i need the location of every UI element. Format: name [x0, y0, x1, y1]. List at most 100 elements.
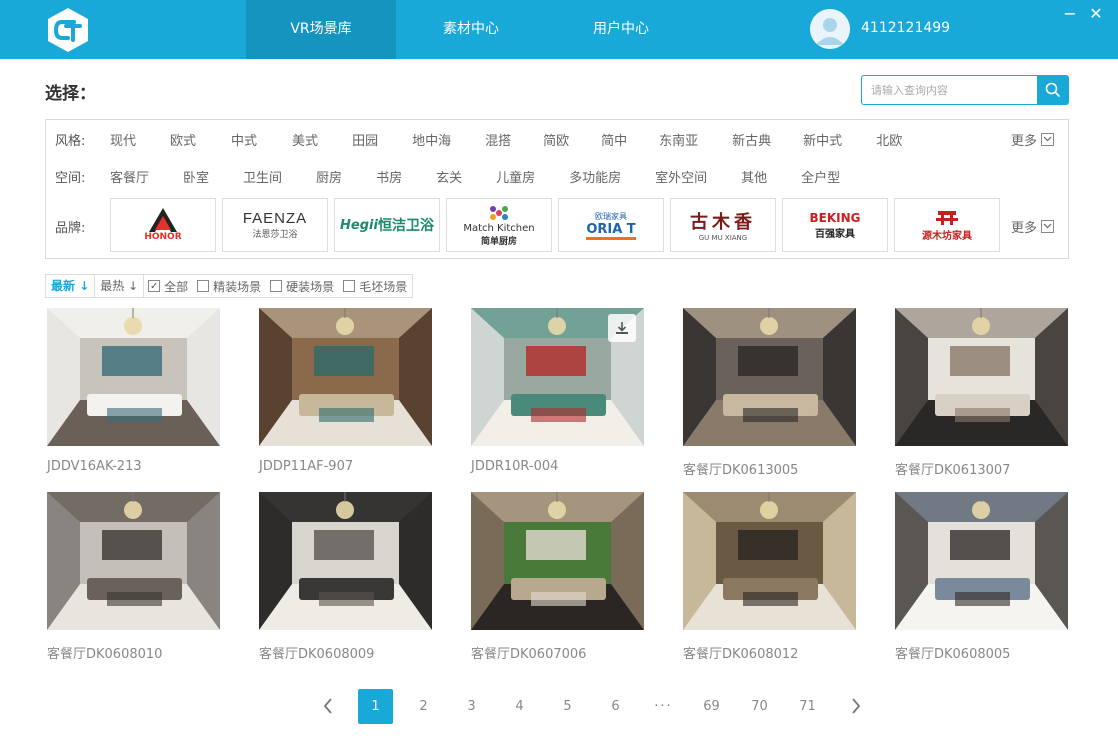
page-70[interactable]: 70 — [742, 689, 777, 724]
scene-title[interactable]: JDDR10R-004 — [471, 459, 644, 474]
style-filter-item-6[interactable]: 混搭 — [485, 130, 511, 149]
brand-honor[interactable]: HONOR — [110, 198, 216, 252]
page-5[interactable]: 5 — [550, 689, 585, 724]
space-filter-item-2[interactable]: 卫生间 — [243, 167, 282, 186]
user-avatar[interactable] — [810, 9, 850, 49]
search-button[interactable] — [1037, 75, 1069, 105]
brand-faenza[interactable]: FAENZA 法恩莎卫浴 — [222, 198, 328, 252]
page-4[interactable]: 4 — [502, 689, 537, 724]
scene-card[interactable]: JDDR10R-004 — [471, 308, 644, 474]
space-filter-item-5[interactable]: 玄关 — [436, 167, 462, 186]
scene-thumbnail[interactable] — [895, 308, 1068, 446]
scene-card[interactable]: 客餐厅DK0608009 — [259, 492, 432, 662]
scene-thumbnail[interactable] — [47, 308, 220, 446]
style-filter-item-0[interactable]: 现代 — [110, 130, 136, 149]
page-3[interactable]: 3 — [454, 689, 489, 724]
style-filter-item-7[interactable]: 简欧 — [543, 130, 569, 149]
scene-title[interactable]: 客餐厅DK0608005 — [895, 643, 1068, 662]
top-bar: VR场景库 素材中心 用户中心 4112121499 − ✕ — [0, 0, 1118, 59]
page-2[interactable]: 2 — [406, 689, 441, 724]
page-6[interactable]: 6 — [598, 689, 633, 724]
brand-more-label: 更多 — [1011, 220, 1038, 236]
style-filter-item-11[interactable]: 新中式 — [803, 130, 842, 149]
scene-thumbnail[interactable] — [471, 492, 644, 630]
brand-honor-name: HONOR — [144, 232, 182, 242]
style-filter-item-9[interactable]: 东南亚 — [659, 130, 698, 149]
scene-thumbnail[interactable] — [895, 492, 1068, 630]
style-filter-item-3[interactable]: 美式 — [292, 130, 318, 149]
scene-thumbnail[interactable] — [259, 308, 432, 446]
brand-hegii[interactable]: Hegii 恒洁卫浴 — [334, 198, 440, 252]
nav-user-center[interactable]: 用户中心 — [546, 0, 696, 59]
nav-vr-scene-library[interactable]: VR场景库 — [246, 0, 396, 59]
scene-title[interactable]: 客餐厅DK0613005 — [683, 459, 856, 478]
next-page-icon[interactable] — [838, 689, 873, 724]
scene-card[interactable]: 客餐厅DK0608010 — [47, 492, 220, 662]
space-filter-item-7[interactable]: 多功能房 — [569, 167, 621, 186]
scene-thumbnail[interactable] — [683, 492, 856, 630]
scene-type-check-2[interactable]: 硬装场景 — [266, 275, 339, 297]
brand-gumuxiang[interactable]: 古木香 GU MU XIANG — [670, 198, 776, 252]
sort-hottest-button[interactable]: 最热 ↓ — [95, 275, 145, 297]
username[interactable]: 4112121499 — [861, 20, 950, 36]
scene-type-check-1[interactable]: 精装场景 — [193, 275, 266, 297]
brand-oriat-sub: 欧瑞家具 — [595, 211, 627, 221]
prev-page-icon[interactable] — [310, 689, 345, 724]
page-71[interactable]: 71 — [790, 689, 825, 724]
scene-title[interactable]: JDDV16AK-213 — [47, 459, 220, 474]
space-filter-item-9[interactable]: 其他 — [741, 167, 767, 186]
scene-type-check-3[interactable]: 毛坯场景 — [339, 275, 412, 297]
brand-beking[interactable]: BEKING 百强家具 — [782, 198, 888, 252]
search-input[interactable] — [861, 75, 1038, 105]
app-logo-icon[interactable] — [44, 6, 92, 54]
scene-title[interactable]: 客餐厅DK0613007 — [895, 459, 1068, 478]
scene-title[interactable]: 客餐厅DK0608009 — [259, 643, 432, 662]
sort-latest-button[interactable]: 最新 ↓ — [46, 275, 96, 297]
scene-title[interactable]: 客餐厅DK0608010 — [47, 643, 220, 662]
brand-more-button[interactable]: 更多 — [1011, 217, 1055, 236]
scene-card[interactable]: 客餐厅DK0608005 — [895, 492, 1068, 662]
style-filter-item-12[interactable]: 北欧 — [876, 130, 902, 149]
space-filter-item-0[interactable]: 客餐厅 — [110, 167, 149, 186]
scene-card[interactable]: 客餐厅DK0607006 — [471, 492, 644, 662]
scene-card[interactable]: 客餐厅DK0608012 — [683, 492, 856, 662]
style-filter-item-1[interactable]: 欧式 — [170, 130, 196, 149]
style-filter-item-5[interactable]: 地中海 — [412, 130, 451, 149]
scene-card[interactable]: JDDV16AK-213 — [47, 308, 220, 474]
style-filter-item-2[interactable]: 中式 — [231, 130, 257, 149]
space-filter-item-3[interactable]: 厨房 — [316, 167, 342, 186]
page-1[interactable]: 1 — [358, 688, 393, 724]
scene-title[interactable]: 客餐厅DK0608012 — [683, 643, 856, 662]
space-filter-item-4[interactable]: 书房 — [376, 167, 402, 186]
scene-type-check-0[interactable]: ✓ 全部 — [144, 275, 193, 297]
scene-thumbnail[interactable] — [47, 492, 220, 630]
style-filter-item-10[interactable]: 新古典 — [732, 130, 771, 149]
download-icon[interactable] — [608, 314, 636, 342]
select-title: 选择： — [45, 84, 96, 104]
brand-match-kitchen[interactable]: Match Kitchen 简单厨房 — [446, 198, 552, 252]
space-filter-item-1[interactable]: 卧室 — [183, 167, 209, 186]
style-filter-item-8[interactable]: 简中 — [601, 130, 627, 149]
nav-material-center[interactable]: 素材中心 — [396, 0, 546, 59]
yuanmufang-logo-icon — [936, 210, 958, 225]
scene-thumbnail[interactable] — [471, 308, 644, 446]
style-more-button[interactable]: 更多 — [1011, 130, 1055, 149]
style-filter-item-4[interactable]: 田园 — [352, 130, 378, 149]
brand-oriat[interactable]: 欧瑞家具 ORIA T — [558, 198, 664, 252]
scene-title[interactable]: JDDP11AF-907 — [259, 459, 432, 474]
close-icon[interactable]: ✕ — [1086, 4, 1106, 24]
space-filter-item-8[interactable]: 室外空间 — [655, 167, 707, 186]
space-filter-item-6[interactable]: 儿童房 — [496, 167, 535, 186]
brand-oriat-name: ORIA T — [586, 222, 636, 240]
scene-thumbnail[interactable] — [259, 492, 432, 630]
space-filter-label: 空间: — [55, 170, 86, 186]
scene-card[interactable]: 客餐厅DK0613005 — [683, 308, 856, 478]
scene-card[interactable]: JDDP11AF-907 — [259, 308, 432, 474]
space-filter-item-10[interactable]: 全户型 — [801, 167, 840, 186]
brand-yuanmufang[interactable]: 源木坊家具 — [894, 198, 1000, 252]
minimize-icon[interactable]: − — [1060, 4, 1080, 24]
scene-card[interactable]: 客餐厅DK0613007 — [895, 308, 1068, 478]
scene-title[interactable]: 客餐厅DK0607006 — [471, 643, 644, 662]
scene-thumbnail[interactable] — [683, 308, 856, 446]
page-69[interactable]: 69 — [694, 689, 729, 724]
